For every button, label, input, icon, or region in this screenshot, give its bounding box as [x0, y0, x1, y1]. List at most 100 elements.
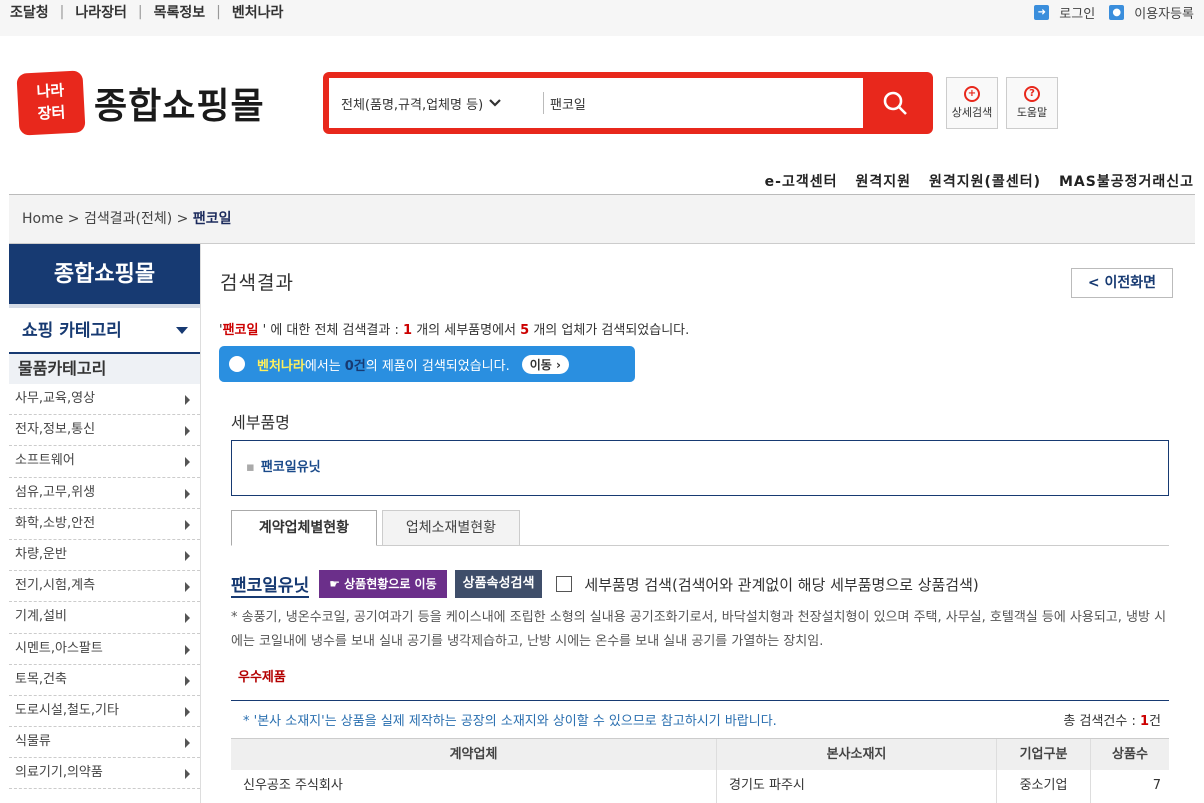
- breadcrumb-home[interactable]: Home: [22, 211, 63, 227]
- tab-bar: 계약업체별현황 업체소재별현황: [231, 510, 1169, 546]
- sidebar-item[interactable]: 전자,정보,통신: [9, 415, 200, 447]
- detail-section-title: 세부품명: [231, 413, 290, 432]
- breadcrumb-step[interactable]: 검색결과(전체): [84, 211, 172, 227]
- sidebar-item[interactable]: 소프트웨어: [9, 446, 200, 478]
- sidebar-item-label: 전기,시험,계측: [15, 578, 96, 594]
- sidebar-item[interactable]: 의료기기,의약품: [9, 758, 200, 790]
- logo-mark-bottom: 장터: [37, 103, 66, 123]
- sidebar-item[interactable]: 토목,건축: [9, 665, 200, 696]
- help-button[interactable]: ? 도움말: [1006, 77, 1058, 129]
- caret-right-icon: [185, 613, 190, 624]
- notice-go-button[interactable]: 이동 ›: [521, 354, 569, 374]
- back-button[interactable]: < 이전화면: [1071, 268, 1173, 298]
- chevron-down-icon: [489, 96, 501, 110]
- caret-down-icon: [176, 327, 188, 334]
- site-logo[interactable]: 나라 장터 종합쇼핑몰: [16, 70, 265, 136]
- help-label: 도움말: [1016, 106, 1048, 119]
- sidebar-item[interactable]: 사무,교육,영상: [9, 384, 200, 416]
- top-bar: 조달청 | 나라장터 | 목록정보 | 벤처나라 ➜ 로그인 ● 이용자등록: [0, 0, 1204, 36]
- separator: |: [59, 4, 65, 20]
- help-icon: ?: [1024, 86, 1040, 102]
- product-name[interactable]: 팬코일유닛: [231, 571, 310, 598]
- table-row: 신우공조 주식회사 경기도 파주시 중소기업 7: [231, 770, 1169, 803]
- detail-item-link[interactable]: 팬코일유닛: [261, 460, 321, 475]
- venture-notice: 벤처나라 에서는 0건 의 제품이 검색되었습니다. 이동 ›: [219, 346, 635, 382]
- detail-name-search-checkbox[interactable]: [556, 576, 573, 592]
- sidebar-item[interactable]: 전기,시험,계측: [9, 571, 200, 603]
- caret-right-icon: [185, 488, 190, 499]
- user-icon: ●: [1109, 5, 1125, 20]
- notice-venture-name: 벤처나라: [257, 358, 305, 374]
- product-header: 팬코일유닛 ☛ 상품현황으로 이동 상품속성검색 세부품명 검색(검색어와 관계…: [231, 570, 979, 598]
- logo-mark: 나라 장터: [16, 70, 86, 136]
- caret-right-icon: [185, 738, 190, 749]
- caret-right-icon: [185, 395, 190, 405]
- notice-text: 의 제품이 검색되었습니다.: [365, 358, 510, 374]
- caret-right-icon: [185, 550, 190, 561]
- sidebar-item-label: 시멘트,아스팔트: [15, 640, 103, 656]
- total-count: 총 검색건수 : 1건: [1063, 710, 1161, 729]
- col-contractor: 계약업체: [231, 739, 717, 770]
- sidebar-item-label: 화학,소방,안전: [15, 515, 96, 531]
- cell-location: 경기도 파주시: [717, 770, 997, 803]
- sidebar-item[interactable]: 도로시설,철도,기타: [9, 696, 200, 728]
- login-link[interactable]: 로그인: [1059, 3, 1095, 22]
- caret-right-icon: [185, 519, 190, 530]
- search-input[interactable]: [544, 83, 863, 123]
- location-note: * '본사 소재지'는 상품을 실제 제작하는 공장의 소재지와 상이할 수 있…: [243, 714, 777, 729]
- logo-text: 종합쇼핑몰: [94, 86, 265, 127]
- tab-by-contractor[interactable]: 계약업체별현황: [231, 510, 377, 546]
- best-product-label: 우수제품: [238, 670, 286, 685]
- search-box: 전체(품명,규격,업체명 등): [323, 72, 933, 134]
- top-link-catalog[interactable]: 목록정보: [154, 2, 206, 22]
- sidebar-item[interactable]: 기계,설비: [9, 602, 200, 634]
- total-unit: 건: [1149, 714, 1161, 729]
- summary-text: 개의 세부품명에서: [416, 323, 517, 338]
- top-link-venture[interactable]: 벤처나라: [232, 2, 284, 22]
- sidebar-item-label: 사무,교육,영상: [15, 391, 96, 406]
- util-link-remote-support[interactable]: 원격지원: [855, 171, 911, 191]
- util-link-remote-callcenter[interactable]: 원격지원(콜센터): [929, 171, 1041, 191]
- search-button[interactable]: [863, 78, 927, 128]
- summary-text: 개의 업체가 검색되었습니다.: [533, 323, 690, 338]
- caret-right-icon: [185, 644, 190, 655]
- sidebar-item[interactable]: 섬유,고무,위생: [9, 478, 200, 509]
- goto-product-status-button[interactable]: ☛ 상품현황으로 이동: [319, 570, 447, 598]
- top-link-naramarket[interactable]: 나라장터: [75, 2, 127, 22]
- login-icon: ➜: [1034, 5, 1050, 20]
- category-toggle[interactable]: 쇼핑 카테고리: [9, 308, 200, 354]
- category-toggle-label: 쇼핑 카테고리: [22, 321, 122, 341]
- bullet: ▪: [246, 460, 255, 475]
- goto-product-status-label: 상품현황으로 이동: [344, 577, 437, 591]
- sidebar-item-label: 토목,건축: [15, 671, 67, 687]
- summary-company-count: 5: [520, 323, 530, 338]
- total-count-value: 1: [1139, 714, 1150, 729]
- caret-right-icon: [185, 769, 190, 780]
- detail-search-label: 상세검색: [951, 106, 993, 119]
- top-link-pps[interactable]: 조달청: [10, 2, 49, 22]
- attribute-search-button[interactable]: 상품속성검색: [454, 570, 543, 598]
- breadcrumb-separator: >: [176, 211, 193, 227]
- main-content: 검색결과 < 이전화면 '팬코일 ' 에 대한 전체 검색결과 : 1 개의 세…: [201, 244, 1195, 803]
- col-product-count: 상품수: [1112, 747, 1148, 762]
- sidebar-item-label: 소프트웨어: [15, 453, 75, 469]
- util-link-customer-center[interactable]: e-고객센터: [765, 171, 838, 191]
- tab-by-location[interactable]: 업체소재별현황: [382, 510, 520, 546]
- sidebar-item-label: 기계,설비: [15, 609, 67, 625]
- total-label: 총 검색건수 :: [1063, 714, 1136, 729]
- caret-right-icon: [185, 457, 190, 468]
- sidebar-item-label: 도로시설,철도,기타: [15, 702, 119, 718]
- search-scope-select[interactable]: 전체(품명,규격,업체명 등): [329, 94, 543, 113]
- summary-text: ' 에 대한 전체 검색결과 :: [262, 323, 399, 338]
- util-link-mas-report[interactable]: MAS불공정거래신고: [1059, 171, 1194, 191]
- sidebar-item-label: 식물류: [15, 734, 51, 750]
- register-link[interactable]: 이용자등록: [1134, 3, 1194, 22]
- breadcrumb: Home > 검색결과(전체) > 팬코일: [9, 194, 1195, 244]
- notice-go-label: 이동: [529, 357, 552, 372]
- detail-search-button[interactable]: + 상세검색: [946, 77, 998, 129]
- cell-company[interactable]: 신우공조 주식회사: [231, 770, 717, 803]
- sidebar-item[interactable]: 화학,소방,안전: [9, 509, 200, 540]
- sidebar-item[interactable]: 시멘트,아스팔트: [9, 634, 200, 665]
- sidebar-item[interactable]: 차량,운반: [9, 540, 200, 572]
- sidebar-item[interactable]: 식물류: [9, 727, 200, 759]
